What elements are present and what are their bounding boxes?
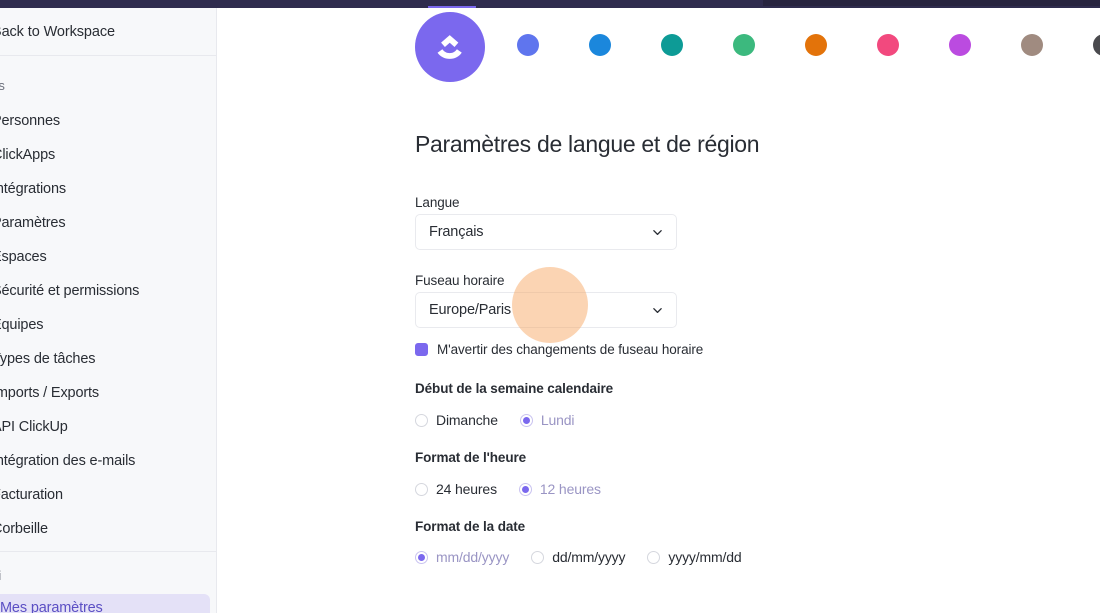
radio-unselected-icon[interactable]: [415, 482, 428, 496]
timezone-field-label: Fuseau horaire: [415, 273, 505, 288]
back-to-workspace-label: Back to Workspace: [0, 23, 115, 40]
window-topbar: [0, 0, 1100, 8]
page-title: Paramètres de langue et de région: [415, 131, 760, 157]
radio-unselected-icon[interactable]: [415, 413, 428, 427]
timezone-notify-checkbox-row[interactable]: M'avertir des changements de fuseau hora…: [415, 342, 703, 357]
date-format-group-label: Format de la date: [415, 519, 526, 534]
radio-unselected-icon[interactable]: [647, 550, 661, 564]
theme-color-orange[interactable]: [805, 34, 827, 56]
radio-option-12-heures[interactable]: 12 heures: [518, 481, 601, 497]
theme-color-green[interactable]: [733, 34, 755, 56]
radio-option-label: dd/mm/yyyy: [552, 549, 626, 565]
radio-option-yyyy-mm-dd[interactable]: yyyy/mm/dd: [647, 549, 742, 565]
radio-selected-icon[interactable]: [415, 550, 428, 564]
sidebar-item-label: Types de tâches: [0, 351, 96, 367]
radio-option-24-heures[interactable]: 24 heures: [415, 481, 497, 497]
sidebar-item-label: Équipes: [0, 317, 44, 333]
radio-unselected-icon[interactable]: [531, 550, 545, 564]
radio-option-label: Lundi: [540, 412, 575, 428]
sidebar-item-label: Facturation: [0, 487, 63, 503]
app-window: Back to Workspace ys Personnes ClickApps…: [0, 0, 1100, 613]
theme-color-magenta[interactable]: [949, 34, 971, 56]
theme-color-pink[interactable]: [877, 34, 899, 56]
topbar-right-segment: [763, 0, 1100, 6]
radio-option-lundi[interactable]: Lundi: [519, 412, 575, 428]
sidebar-item-label: Corbeille: [0, 521, 48, 537]
sidebar-item-corbeille[interactable]: Corbeille: [0, 512, 216, 546]
settings-sidebar: Back to Workspace ys Personnes ClickApps…: [0, 8, 217, 613]
main-content: Paramètres de langue et de région Langue…: [218, 8, 1100, 613]
radio-option-label: Dimanche: [436, 412, 498, 428]
sidebar-item-label: Mes paramètres: [0, 600, 103, 613]
theme-color-selected[interactable]: [415, 12, 485, 82]
week-start-radio-group: Dimanche Lundi: [415, 412, 596, 428]
sidebar-item-label: Imports / Exports: [0, 385, 100, 401]
sidebar-item-label: ClickApps: [0, 147, 56, 163]
timezone-notify-label: M'avertir des changements de fuseau hora…: [437, 342, 704, 357]
clickup-logo-icon: [437, 35, 462, 59]
theme-color-teal[interactable]: [661, 34, 683, 56]
timezone-select-value: Europe/Paris: [429, 302, 512, 318]
radio-option-dimanche[interactable]: Dimanche: [415, 412, 498, 428]
theme-color-blue[interactable]: [589, 34, 611, 56]
chevron-down-icon: [653, 229, 662, 235]
radio-option-label: 12 heures: [539, 481, 601, 497]
theme-color-picker: [218, 8, 1100, 82]
radio-option-mm-dd-yyyy[interactable]: mm/dd/yyyy: [415, 549, 509, 565]
theme-color-blue-violet[interactable]: [517, 34, 539, 56]
sidebar-item-label: Espaces: [0, 249, 47, 265]
radio-selected-icon[interactable]: [519, 413, 533, 427]
back-to-workspace-button[interactable]: Back to Workspace: [0, 8, 216, 55]
sidebar-item-personnes[interactable]: Personnes: [0, 104, 216, 138]
date-format-radio-group: mm/dd/yyyy dd/mm/yyyy yyyy/mm/dd: [415, 549, 764, 565]
sidebar-item-securite-permissions[interactable]: Sécurité et permissions: [0, 274, 216, 308]
week-start-group-label: Début de la semaine calendaire: [415, 381, 614, 396]
radio-option-dd-mm-yyyy[interactable]: dd/mm/yyyy: [531, 549, 626, 565]
sidebar-item-espaces[interactable]: Espaces: [0, 240, 216, 274]
theme-color-taupe[interactable]: [1021, 34, 1043, 56]
radio-selected-icon[interactable]: [518, 482, 532, 496]
sidebar-item-parametres[interactable]: Paramètres: [0, 206, 216, 240]
sidebar-nav-list: Personnes ClickApps Intégrations Paramèt…: [0, 104, 216, 546]
timezone-select[interactable]: Europe/Paris: [415, 292, 677, 328]
sidebar-section-label-2: zi: [0, 568, 1, 583]
sidebar-item-imports-exports[interactable]: Imports / Exports: [0, 376, 216, 410]
time-format-radio-group: 24 heures 12 heures: [415, 481, 623, 497]
sidebar-divider-bottom: [0, 551, 216, 552]
radio-option-label: 24 heures: [436, 481, 497, 497]
sidebar-item-equipes[interactable]: Équipes: [0, 308, 216, 342]
sidebar-section-label: ys: [0, 78, 5, 93]
sidebar-item-label: Sécurité et permissions: [0, 283, 140, 299]
sidebar-divider-top: [0, 55, 216, 56]
sidebar-item-label: Personnes: [0, 113, 60, 129]
checkbox-checked-icon[interactable]: [415, 343, 428, 356]
sidebar-item-label: Intégration des e-mails: [0, 453, 136, 469]
sidebar-item-mes-parametres[interactable]: Mes paramètres: [0, 594, 210, 613]
theme-color-dark-gray[interactable]: [1093, 34, 1100, 56]
language-field-label: Langue: [415, 195, 460, 210]
language-select[interactable]: Français: [415, 214, 677, 250]
sidebar-item-facturation[interactable]: Facturation: [0, 478, 216, 512]
sidebar-item-types-de-taches[interactable]: Types de tâches: [0, 342, 216, 376]
sidebar-item-api-clickup[interactable]: API ClickUp: [0, 410, 216, 444]
radio-option-label: mm/dd/yyyy: [436, 549, 510, 565]
sidebar-item-label: API ClickUp: [0, 419, 68, 435]
radio-option-label: yyyy/mm/dd: [668, 549, 742, 565]
time-format-group-label: Format de l'heure: [415, 450, 527, 465]
language-select-value: Français: [429, 224, 484, 240]
chevron-down-icon: [653, 307, 662, 313]
sidebar-item-clickapps[interactable]: ClickApps: [0, 138, 216, 172]
sidebar-item-integrations[interactable]: Intégrations: [0, 172, 216, 206]
sidebar-item-label: Intégrations: [0, 181, 66, 197]
sidebar-item-label: Paramètres: [0, 215, 66, 231]
sidebar-item-integration-emails[interactable]: Intégration des e-mails: [0, 444, 216, 478]
